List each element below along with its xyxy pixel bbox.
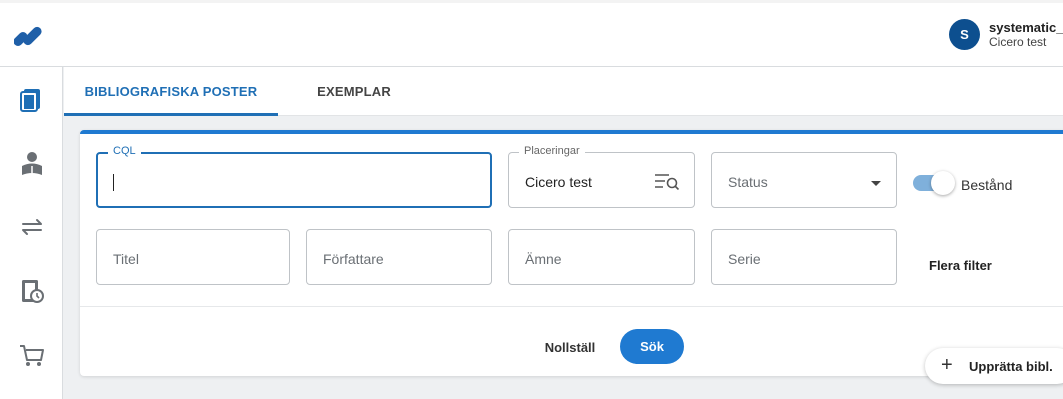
sidebar (0, 67, 63, 399)
placeringar-value: Cicero test (525, 174, 592, 190)
serie-placeholder: Serie (728, 251, 761, 267)
forfattare-placeholder: Författare (323, 251, 384, 267)
search-button[interactable]: Sök (620, 329, 684, 364)
cart-icon[interactable] (18, 341, 46, 369)
serie-field[interactable]: Serie (711, 229, 897, 285)
placeringar-field[interactable]: Placeringar Cicero test (508, 145, 695, 208)
location-search-icon[interactable] (654, 172, 680, 190)
more-filters-button[interactable]: Flera filter (929, 258, 992, 273)
status-placeholder: Status (728, 174, 768, 190)
bestand-toggle[interactable] (913, 171, 955, 195)
user-name: systematic_ (989, 19, 1063, 35)
tab-bibliographic-records[interactable]: BIBLIOGRAFISKA POSTER (64, 67, 278, 116)
top-bar: S systematic_ Cicero test (0, 0, 1063, 67)
user-info: systematic_ Cicero test (989, 19, 1063, 49)
app-logo[interactable] (14, 25, 50, 47)
forfattare-field[interactable]: Författare (306, 229, 492, 285)
titel-field[interactable]: Titel (96, 229, 290, 285)
status-select[interactable]: Status (711, 152, 897, 208)
reset-button[interactable]: Nollställ (535, 331, 605, 365)
text-caret (113, 174, 114, 191)
user-menu[interactable]: S systematic_ Cicero test (949, 19, 1063, 50)
toggle-knob (931, 171, 955, 195)
chevron-down-icon (871, 181, 881, 186)
divider (80, 306, 1063, 307)
avatar[interactable]: S (949, 19, 980, 50)
user-organization: Cicero test (989, 34, 1047, 49)
catalog-books-icon[interactable] (18, 85, 46, 113)
placeringar-label: Placeringar (519, 145, 585, 157)
titel-placeholder: Titel (113, 251, 139, 267)
amne-field[interactable]: Ämne (508, 229, 695, 285)
create-record-label: Upprätta bibl. (969, 359, 1053, 374)
plus-icon: + (941, 354, 953, 376)
bestand-label: Bestånd (961, 177, 1013, 193)
tab-items[interactable]: EXEMPLAR (284, 67, 424, 116)
cql-field[interactable]: CQL (96, 145, 492, 208)
tab-bar: BIBLIOGRAFISKA POSTER EXEMPLAR (64, 67, 1063, 116)
search-panel: CQL Placeringar Cicero test Status Bestå… (80, 130, 1063, 376)
history-clock-icon[interactable] (18, 277, 46, 305)
create-record-button[interactable]: + Upprätta bibl. (925, 348, 1063, 384)
amne-placeholder: Ämne (525, 251, 562, 267)
patron-reading-icon[interactable] (18, 149, 46, 177)
cql-label: CQL (108, 145, 141, 157)
transfer-arrows-icon[interactable] (18, 213, 46, 241)
